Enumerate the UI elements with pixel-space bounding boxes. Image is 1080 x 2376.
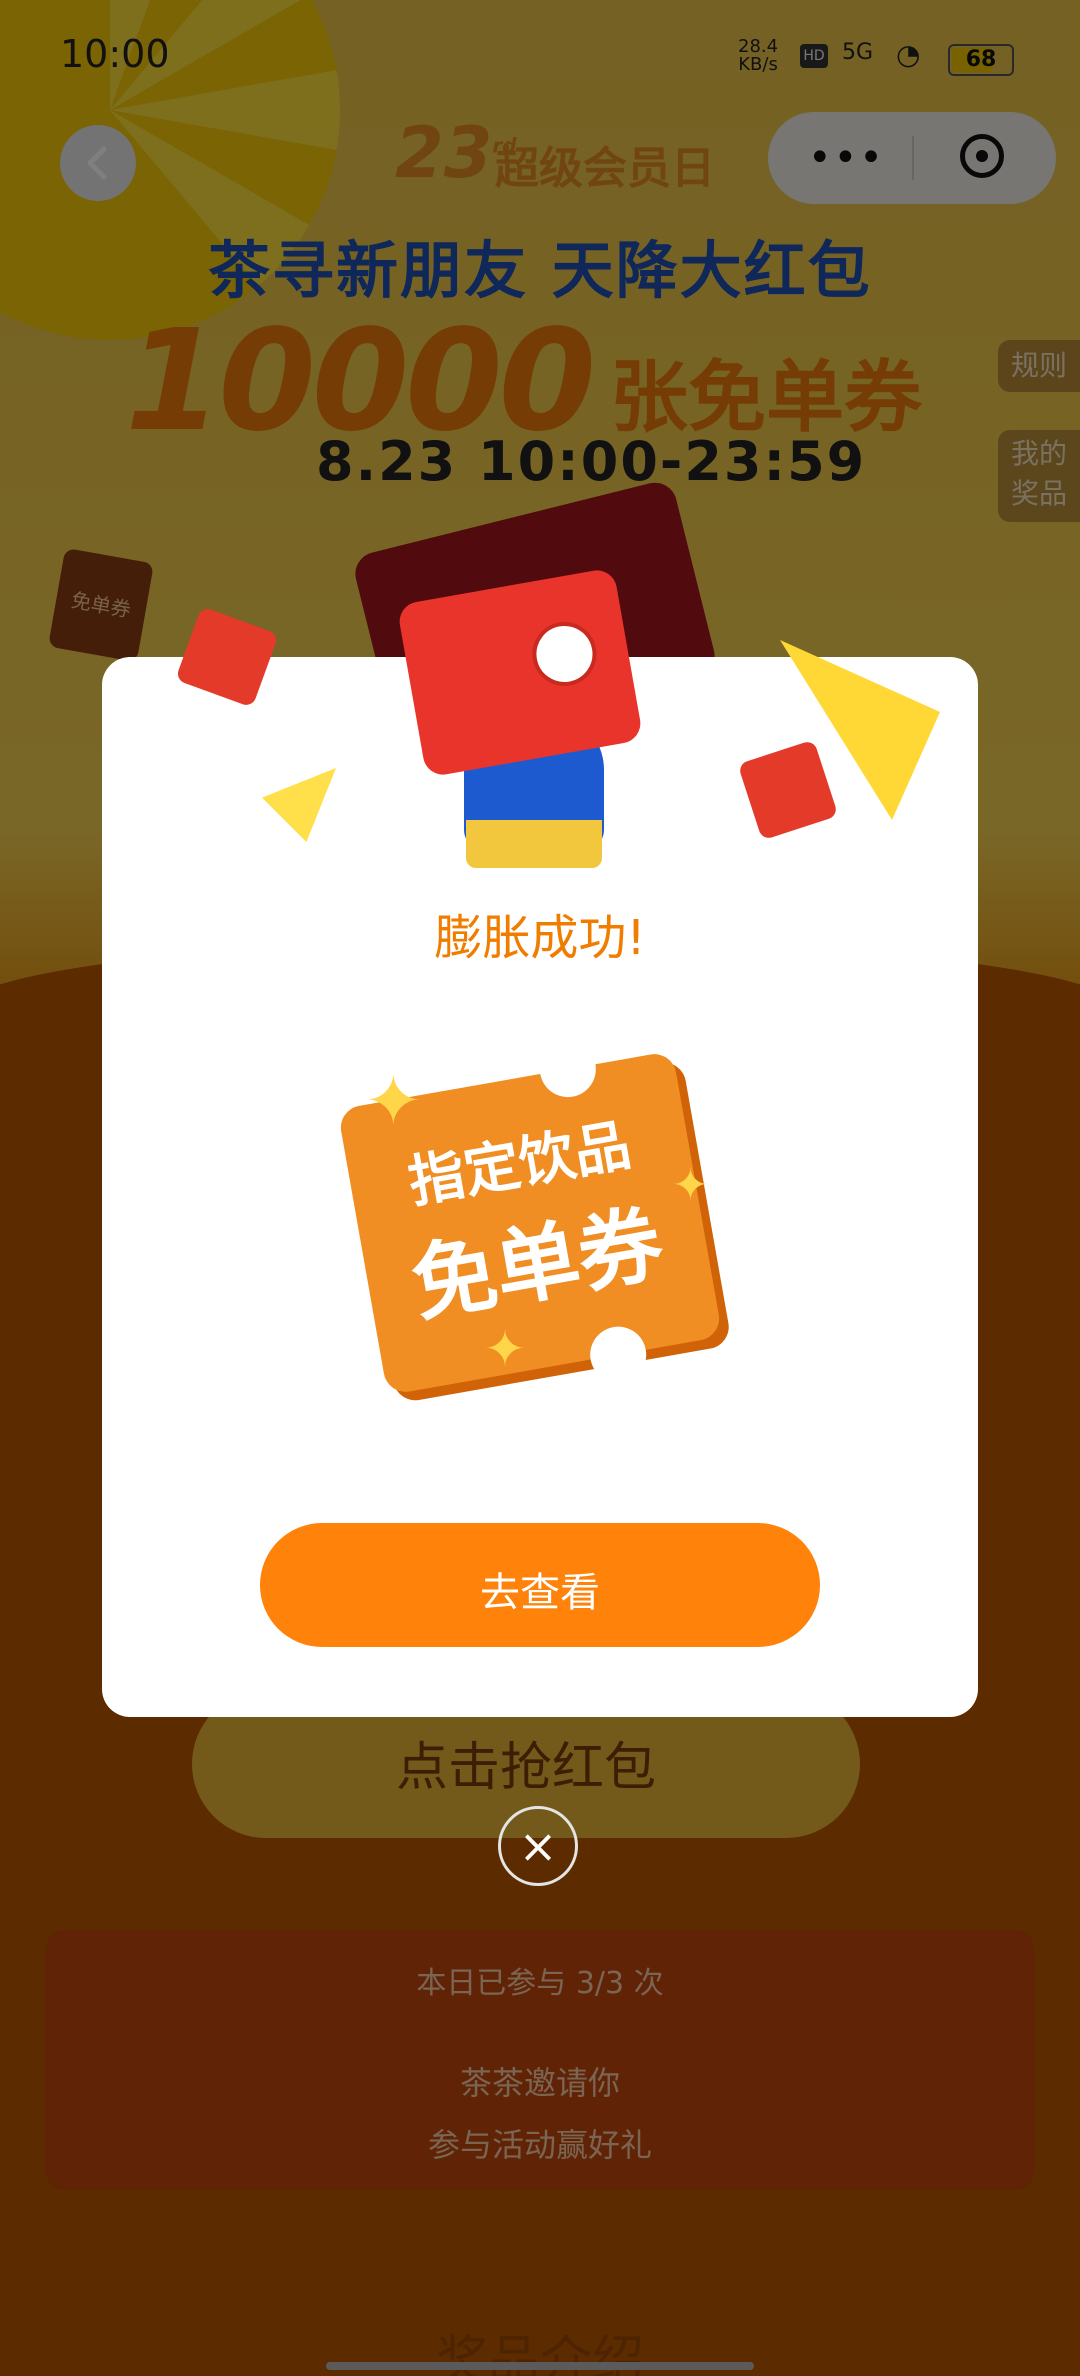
sparkle-icon: ✦ (484, 1320, 526, 1378)
envelope-seal-icon (527, 616, 602, 692)
sparkle-icon: ✦ (672, 1160, 709, 1211)
close-modal-button[interactable]: × (498, 1806, 578, 1886)
close-icon: × (518, 1819, 558, 1873)
modal-title: 膨胀成功! (434, 910, 646, 966)
sleeve-cuff-icon (466, 820, 602, 868)
sparkle-icon: ✦ (364, 1060, 423, 1142)
view-button-label: 去查看 (480, 1570, 600, 1616)
view-button[interactable]: 去查看 (260, 1523, 820, 1647)
